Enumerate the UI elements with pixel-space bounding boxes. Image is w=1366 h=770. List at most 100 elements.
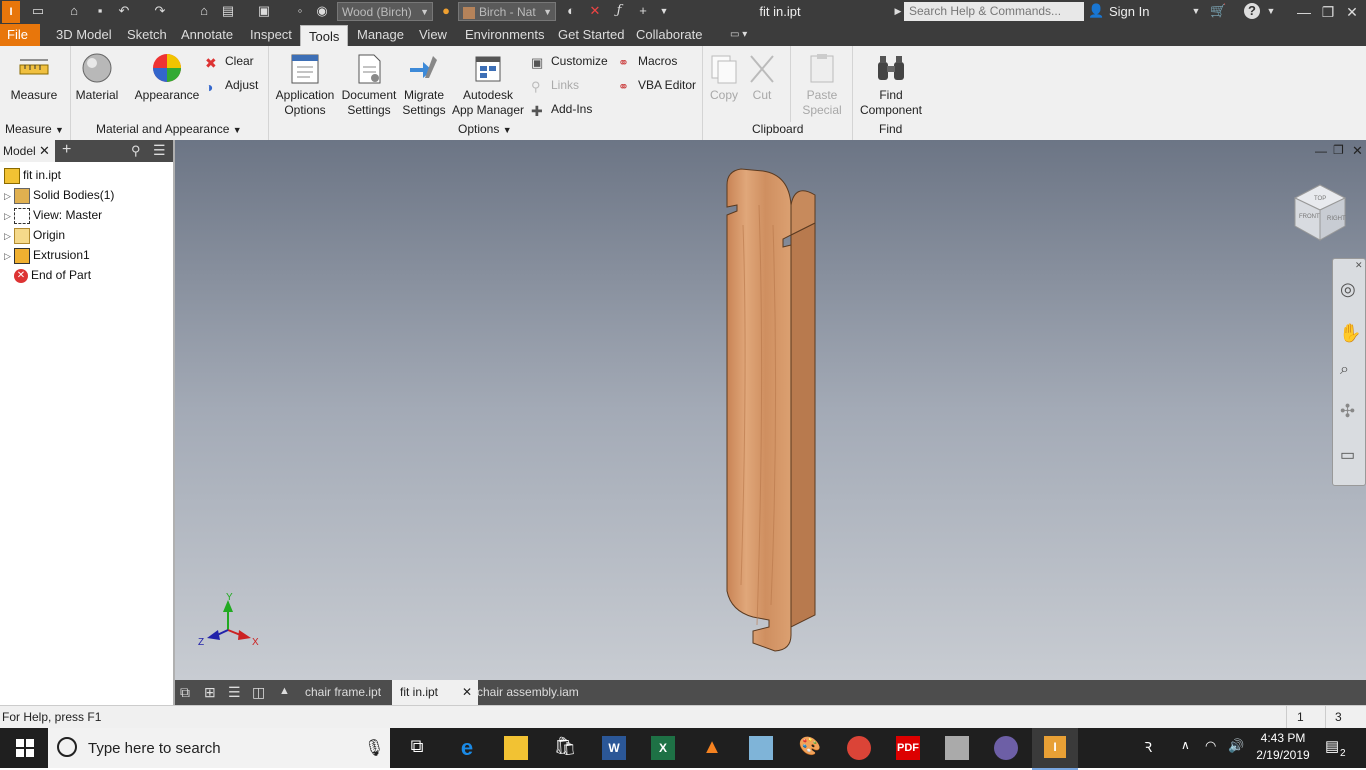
appearance-icon[interactable]: ● — [438, 3, 454, 19]
minimize-icon[interactable]: — — [1315, 144, 1327, 158]
vba-editor-button[interactable]: ⚭ VBA Editor — [618, 76, 696, 94]
inventor-logo-icon[interactable]: I — [2, 1, 20, 23]
macros-button[interactable]: ⚭ Macros — [618, 52, 677, 70]
ribbon-display-toggle-icon[interactable]: ▭ ▾ — [722, 24, 755, 46]
sign-in-link[interactable]: Sign In — [1109, 4, 1149, 19]
tab-get-started[interactable]: Get Started — [550, 24, 632, 46]
chrome-icon[interactable] — [847, 736, 871, 760]
clear-appearance-button[interactable]: ✖ Clear — [205, 52, 254, 71]
tab-annotate[interactable]: Annotate — [173, 24, 241, 46]
customize-qat-icon[interactable]: ▼ — [656, 3, 672, 19]
close-icon[interactable]: ✕ — [39, 143, 50, 159]
chevron-down-icon[interactable]: ▼ — [1188, 3, 1204, 19]
tile-vertical-icon[interactable]: ◫ — [252, 684, 265, 701]
links-button[interactable]: ⚲ Links — [531, 76, 579, 94]
tree-item-origin[interactable]: ▷ Origin — [4, 226, 65, 244]
home-icon[interactable]: ⌂ — [196, 3, 212, 19]
panel-material-appearance[interactable]: Material and Appearance ▼ — [96, 122, 242, 136]
app-icon-circle[interactable] — [994, 736, 1018, 760]
undo-icon[interactable]: ↶ — [116, 3, 132, 19]
windows-start-icon[interactable] — [13, 736, 37, 760]
appearance-combo[interactable]: Birch - Nat ▼ — [458, 2, 556, 21]
material-button[interactable]: Material — [72, 52, 122, 103]
tile-icon[interactable]: ⊞ — [204, 684, 216, 701]
tab-model[interactable]: Model ✕ — [0, 140, 55, 162]
material-combo[interactable]: Wood (Birch) ▼ — [337, 2, 433, 21]
taskbar-date[interactable]: 2/19/2019 — [1253, 748, 1313, 762]
tree-item-solid-bodies[interactable]: ▷ Solid Bodies(1) — [4, 186, 114, 204]
cascade-icon[interactable]: ⧉ — [180, 684, 190, 701]
close-icon[interactable]: ✕ — [1355, 260, 1363, 271]
cart-icon[interactable]: 🛒 — [1210, 3, 1226, 19]
search-input[interactable]: Search Help & Commands... — [904, 2, 1084, 21]
microphone-icon[interactable]: 🎙 — [364, 738, 384, 758]
sketchbook-icon[interactable] — [749, 736, 773, 760]
customize-button[interactable]: ▣ Customize — [531, 52, 608, 70]
acrobat-icon[interactable]: PDF — [896, 736, 920, 760]
vlc-icon[interactable]: ▲ — [700, 736, 724, 760]
chevron-up-icon[interactable]: ∧ — [1181, 738, 1190, 752]
redo-icon[interactable]: ↷ — [152, 3, 168, 19]
store-icon[interactable]: 🛍 — [553, 736, 577, 760]
tab-view[interactable]: View — [411, 24, 455, 46]
tab-sketch[interactable]: Sketch — [119, 24, 175, 46]
menu-icon[interactable]: ☰ — [153, 142, 166, 159]
tree-item-part[interactable]: fit in.ipt — [4, 166, 61, 184]
migrate-settings-button[interactable]: Migrate Settings — [400, 52, 448, 118]
wifi-icon[interactable]: ◠ — [1205, 738, 1216, 754]
close-icon[interactable]: ✕ — [1352, 143, 1363, 159]
task-view-icon[interactable]: ⧉ — [405, 736, 429, 760]
new-file-icon[interactable]: ▭ — [30, 3, 46, 19]
word-icon[interactable]: W — [602, 736, 626, 760]
help-icon[interactable]: ? — [1244, 3, 1260, 19]
panel-measure[interactable]: Measure ▼ — [5, 122, 64, 136]
action-center-icon[interactable]: ▤ — [1325, 737, 1339, 755]
application-options-button[interactable]: Application Options — [272, 52, 338, 118]
tab-inspect[interactable]: Inspect — [242, 24, 300, 46]
restore-icon[interactable]: ❐ — [1333, 143, 1344, 157]
select-priority-icon[interactable]: ◦ — [292, 3, 308, 19]
tree-item-view-master[interactable]: ▷ View: Master — [4, 206, 102, 224]
paste-special-button[interactable]: Paste Special — [798, 52, 846, 118]
chevron-right-icon[interactable]: ▷ — [4, 247, 14, 265]
doc-tab-chair-assembly[interactable]: chair assembly.iam — [469, 680, 587, 705]
orbit-icon[interactable]: ✣ — [1340, 401, 1355, 422]
update-icon[interactable]: ▤ — [220, 3, 236, 19]
find-component-button[interactable]: Find Component — [856, 52, 926, 118]
material-sphere-icon[interactable]: ◉ — [314, 3, 330, 19]
copy-button[interactable]: Copy — [706, 52, 742, 103]
file-explorer-icon[interactable] — [504, 736, 528, 760]
zoom-icon[interactable]: ⌕ — [1340, 361, 1349, 379]
graphics-viewport[interactable]: — ❐ ✕ TOP FRONT RIGHT ✕ ◎ ✋ ⌕ ✣ ▭ Y X Z — [175, 140, 1366, 680]
select-icon[interactable]: ▣ — [256, 3, 272, 19]
measure-button[interactable]: Measure — [6, 52, 62, 103]
tab-3d-model[interactable]: 3D Model — [48, 24, 120, 46]
search-icon[interactable]: ⚲ — [131, 143, 141, 159]
volume-icon[interactable]: 🔊 — [1228, 738, 1244, 754]
chevron-down-icon[interactable]: ▼ — [1263, 3, 1279, 19]
save-icon[interactable]: ▪ — [92, 3, 108, 19]
pan-hand-icon[interactable]: ✋ — [1339, 323, 1361, 344]
chevron-right-icon[interactable]: ▷ — [4, 227, 14, 245]
doc-tab-chair-frame[interactable]: chair frame.ipt — [297, 680, 389, 705]
paint-icon[interactable]: 🎨 — [798, 736, 822, 760]
wood-part-model[interactable] — [723, 165, 818, 655]
people-icon[interactable]: Ꝛ — [1144, 738, 1152, 757]
document-list-icon[interactable]: ▲ — [279, 685, 290, 697]
appearance-button[interactable]: Appearance — [130, 52, 204, 103]
restore-icon[interactable]: ❐ — [1316, 2, 1340, 22]
adjust-appearance-icon[interactable]: ◐ — [563, 3, 579, 19]
chevron-right-icon[interactable]: ▷ — [4, 187, 14, 205]
tab-manage[interactable]: Manage — [349, 24, 412, 46]
chevron-right-icon[interactable]: ▷ — [4, 207, 14, 225]
clear-appearance-icon[interactable]: ✕ — [587, 3, 603, 19]
tab-tools[interactable]: Tools — [300, 25, 349, 47]
steering-wheel-icon[interactable]: ◎ — [1340, 279, 1356, 300]
app-icon[interactable] — [945, 736, 969, 760]
look-at-icon[interactable]: ▭ — [1340, 445, 1355, 465]
close-icon[interactable]: ✕ — [1340, 2, 1364, 22]
panel-options[interactable]: Options ▼ — [458, 122, 512, 136]
app-manager-button[interactable]: Autodesk App Manager — [450, 52, 526, 118]
taskbar-search-input[interactable]: Type here to search 🎙 — [48, 728, 390, 768]
doc-tab-fit-in[interactable]: fit in.ipt ✕ — [392, 680, 478, 705]
